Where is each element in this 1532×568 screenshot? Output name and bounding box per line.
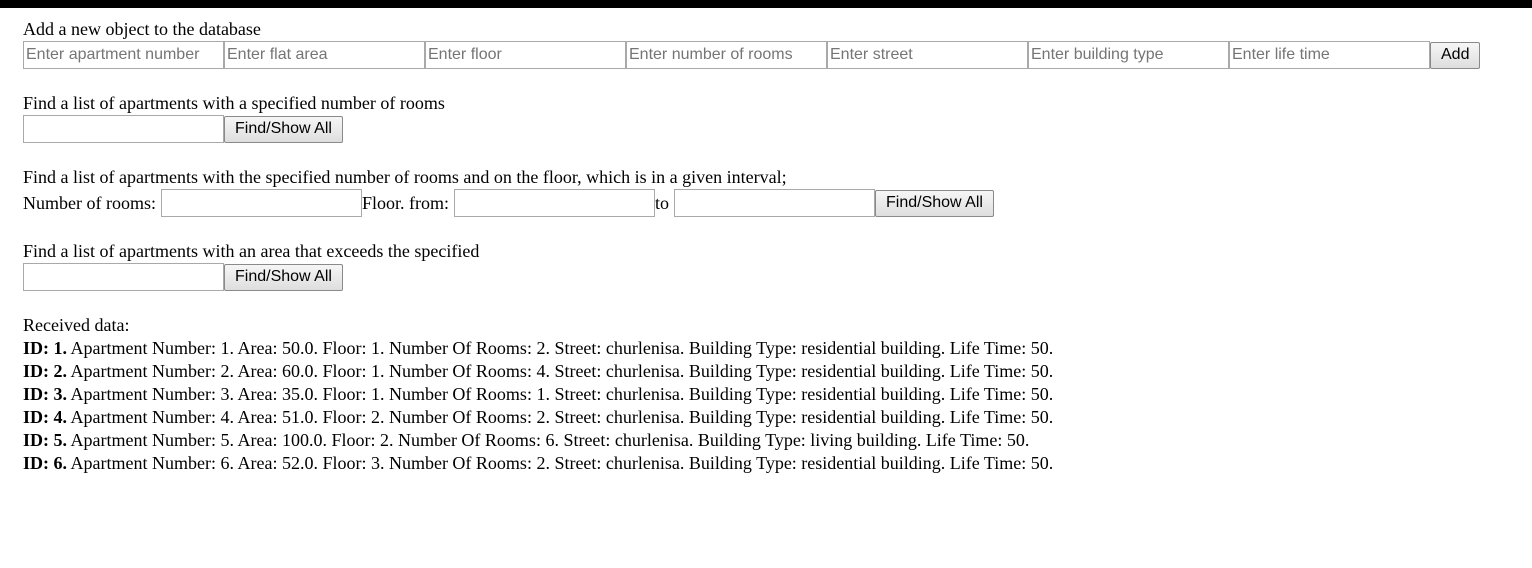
rooms-search-input[interactable] [23,115,224,143]
result-row: ID: 5. Apartment Number: 5. Area: 100.0.… [23,429,1518,452]
result-id: ID: 1. [23,338,67,358]
area-form-row: Find/Show All [23,263,1518,291]
top-bar [0,0,1532,8]
life-time-input[interactable] [1229,41,1430,69]
interval-form-row: Number of rooms: Floor. from: to Find/Sh… [23,189,1518,217]
interval-find-button[interactable]: Find/Show All [875,189,994,217]
result-text: Apartment Number: 3. Area: 35.0. Floor: … [67,384,1054,404]
result-text: Apartment Number: 5. Area: 100.0. Floor:… [67,430,1030,450]
rooms-label: Number of rooms: [23,192,156,213]
number-of-rooms-input[interactable] [626,41,827,69]
add-form-row: Add [23,41,1518,69]
rooms-section-title: Find a list of apartments with a specifi… [23,93,445,113]
result-id: ID: 2. [23,361,67,381]
floor-input[interactable] [425,41,626,69]
floor-from-input[interactable] [454,189,655,217]
result-row: ID: 6. Apartment Number: 6. Area: 52.0. … [23,452,1518,475]
result-text: Apartment Number: 4. Area: 51.0. Floor: … [67,407,1054,427]
rooms-find-button[interactable]: Find/Show All [224,115,343,143]
floor-from-label: Floor. from: [361,192,449,213]
area-section-title: Find a list of apartments with an area t… [23,241,480,261]
flat-area-input[interactable] [224,41,425,69]
apartment-number-input[interactable] [23,41,224,69]
street-input[interactable] [827,41,1028,69]
floor-to-input[interactable] [674,189,876,217]
main-content: Add a new object to the database Add Fin… [23,18,1518,475]
floor-to-label: to [655,192,670,213]
result-id: ID: 6. [23,453,67,473]
result-id: ID: 4. [23,407,67,427]
result-row: ID: 4. Apartment Number: 4. Area: 51.0. … [23,406,1518,429]
result-text: Apartment Number: 1. Area: 50.0. Floor: … [67,338,1054,358]
result-row: ID: 3. Apartment Number: 3. Area: 35.0. … [23,383,1518,406]
result-text: Apartment Number: 6. Area: 52.0. Floor: … [67,453,1054,473]
results-title: Received data: [23,315,130,335]
interval-rooms-input[interactable] [160,189,362,217]
result-id: ID: 5. [23,430,67,450]
add-button[interactable]: Add [1430,41,1481,69]
rooms-form-row: Find/Show All [23,115,1518,143]
area-find-button[interactable]: Find/Show All [224,263,343,291]
result-text: Apartment Number: 2. Area: 60.0. Floor: … [67,361,1054,381]
area-search-input[interactable] [23,263,224,291]
results-list: ID: 1. Apartment Number: 1. Area: 50.0. … [23,337,1518,475]
interval-section-title: Find a list of apartments with the speci… [23,167,787,187]
result-id: ID: 3. [23,384,67,404]
result-row: ID: 2. Apartment Number: 2. Area: 60.0. … [23,360,1518,383]
result-row: ID: 1. Apartment Number: 1. Area: 50.0. … [23,337,1518,360]
add-section-title: Add a new object to the database [23,19,261,39]
building-type-input[interactable] [1028,41,1229,69]
